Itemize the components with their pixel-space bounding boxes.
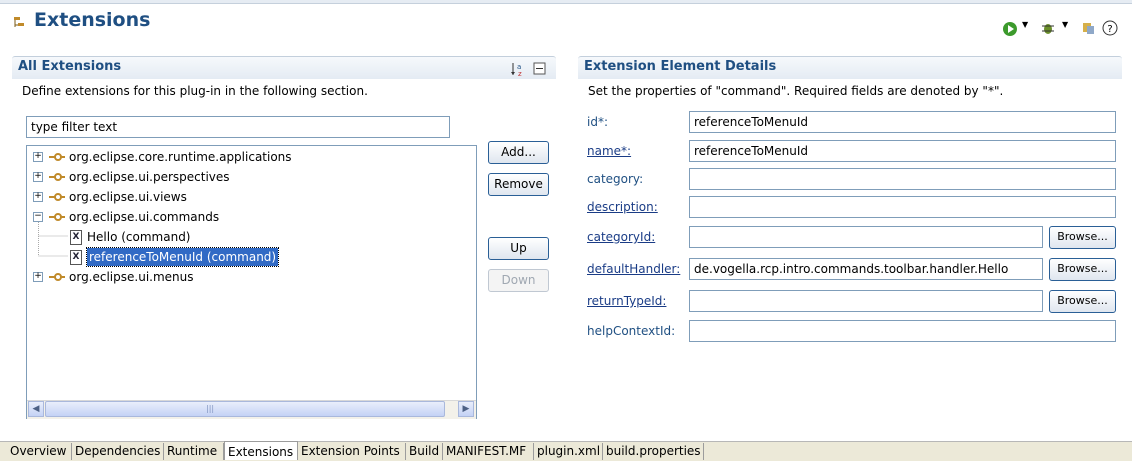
collapse-icon[interactable]: − <box>33 212 43 222</box>
collapse-all-icon[interactable] <box>533 62 547 76</box>
tree-item[interactable]: Hello (command) <box>87 228 191 246</box>
scrollbar-grip-icon: ||| <box>206 404 215 413</box>
tab-manifest[interactable]: MANIFEST.MF <box>443 443 534 460</box>
run-icon[interactable] <box>1002 21 1018 37</box>
description-label-link[interactable]: description: <box>587 200 658 214</box>
extensions-icon <box>14 17 24 27</box>
details-description: Set the properties of "command". Require… <box>588 84 1004 98</box>
plugin-extension-icon <box>49 153 65 161</box>
filter-input[interactable]: type filter text <box>26 116 450 138</box>
scrollbar-thumb[interactable] <box>45 401 445 417</box>
plugin-extension-icon <box>49 193 65 201</box>
tree-item[interactable]: org.eclipse.ui.commands <box>69 208 219 226</box>
tab-extension-points[interactable]: Extension Points <box>298 443 406 460</box>
categoryid-label-link[interactable]: categoryId: <box>587 230 655 244</box>
defaulthandler-field[interactable]: de.vogella.rcp.intro.commands.toolbar.ha… <box>689 258 1043 280</box>
remove-button[interactable]: Remove <box>488 173 549 196</box>
defaulthandler-label-link[interactable]: defaultHandler: <box>587 262 680 276</box>
svg-text:?: ? <box>1107 24 1112 35</box>
expand-icon[interactable]: + <box>33 192 43 202</box>
tab-runtime[interactable]: Runtime <box>164 443 224 460</box>
tab-overview[interactable]: Overview <box>7 443 72 460</box>
helpcontextid-label: helpContextId: <box>587 324 676 338</box>
up-button[interactable]: Up <box>488 237 549 260</box>
command-element-icon: X <box>70 250 82 265</box>
tree-item[interactable]: org.eclipse.core.runtime.applications <box>69 148 292 166</box>
sort-icon[interactable]: a z <box>509 61 525 77</box>
tab-build[interactable]: Build <box>406 443 443 460</box>
editor-title: Extensions <box>34 9 151 31</box>
command-element-icon: X <box>70 230 82 245</box>
scroll-right-icon[interactable]: ▶ <box>458 401 474 417</box>
name-label-link[interactable]: name*: <box>587 144 631 158</box>
categoryid-field[interactable] <box>689 226 1043 248</box>
id-field[interactable]: referenceToMenuId <box>689 111 1116 133</box>
dropdown-arrow-icon[interactable]: ▼ <box>1022 20 1028 29</box>
name-field[interactable]: referenceToMenuId <box>689 140 1116 162</box>
tree-item[interactable]: org.eclipse.ui.views <box>69 188 187 206</box>
add-button[interactable]: Add... <box>488 141 549 164</box>
scroll-left-icon[interactable]: ◀ <box>28 401 44 417</box>
export-icon[interactable] <box>1080 20 1096 36</box>
category-label: category: <box>587 172 644 186</box>
tab-build-properties[interactable]: build.properties <box>603 443 704 460</box>
expand-icon[interactable]: + <box>33 272 43 282</box>
plugin-extension-icon <box>49 273 65 281</box>
helpcontextid-field[interactable] <box>689 320 1116 342</box>
tree-item[interactable]: org.eclipse.ui.menus <box>69 268 194 286</box>
expand-icon[interactable]: + <box>33 152 43 162</box>
description-field[interactable] <box>689 196 1116 218</box>
tree-item-selected[interactable]: referenceToMenuId (command) <box>85 247 280 267</box>
tab-plugin-xml[interactable]: plugin.xml <box>534 443 603 460</box>
id-label: id*: <box>587 115 608 129</box>
dropdown-arrow-icon[interactable]: ▼ <box>1062 20 1068 29</box>
down-button[interactable]: Down <box>488 269 549 292</box>
plugin-extension-icon <box>49 213 65 221</box>
tab-extensions[interactable]: Extensions <box>224 441 298 460</box>
returntypeid-browse-button[interactable]: Browse... <box>1049 290 1116 313</box>
help-icon[interactable]: ? <box>1102 20 1118 36</box>
tree-item[interactable]: org.eclipse.ui.perspectives <box>69 168 230 186</box>
tab-dependencies[interactable]: Dependencies <box>72 443 164 460</box>
categoryid-browse-button[interactable]: Browse... <box>1049 226 1116 249</box>
editor-top-strip <box>0 0 1132 4</box>
all-extensions-title: All Extensions <box>18 59 122 74</box>
svg-text:z: z <box>518 70 522 77</box>
defaulthandler-browse-button[interactable]: Browse... <box>1049 258 1116 281</box>
left-description: Define extensions for this plug-in in th… <box>22 84 368 98</box>
category-field[interactable] <box>689 168 1116 190</box>
returntypeid-field[interactable] <box>689 290 1043 312</box>
debug-icon[interactable] <box>1040 20 1056 36</box>
expand-icon[interactable]: + <box>33 172 43 182</box>
details-title: Extension Element Details <box>584 59 777 74</box>
plugin-extension-icon <box>49 173 65 181</box>
returntypeid-label-link[interactable]: returnTypeId: <box>587 294 666 308</box>
